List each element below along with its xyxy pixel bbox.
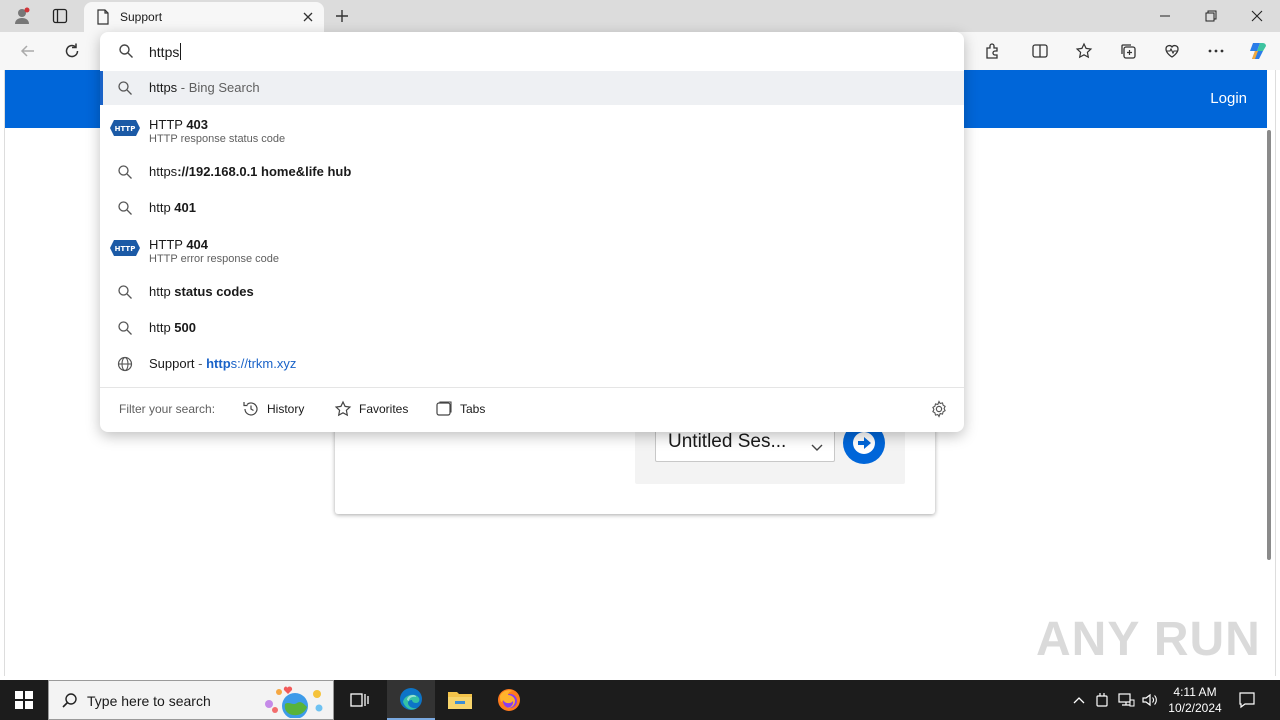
system-tray <box>1068 680 1162 720</box>
star-icon <box>334 400 352 417</box>
search-icon <box>117 164 133 180</box>
filter-tabs-button[interactable]: Tabs <box>435 398 485 420</box>
search-icon <box>117 284 133 300</box>
collections-icon[interactable] <box>1114 37 1142 65</box>
page-icon <box>96 9 110 30</box>
search-icon <box>117 200 133 216</box>
notification-icon[interactable] <box>1232 688 1262 712</box>
search-icon <box>117 320 133 336</box>
session-select-value: Untitled Ses... <box>668 431 787 452</box>
new-tab-button[interactable] <box>330 4 354 28</box>
arrow-right-icon <box>853 432 875 454</box>
start-button[interactable] <box>0 680 48 720</box>
file-explorer-icon[interactable] <box>436 680 484 720</box>
minimize-button[interactable] <box>1142 0 1188 32</box>
device-icon[interactable] <box>1090 692 1114 708</box>
copilot-icon[interactable] <box>1244 37 1272 65</box>
firefox-icon[interactable] <box>485 680 533 720</box>
suggestion-http-404[interactable]: HTTP HTTP 404 HTTP error response code <box>100 231 964 277</box>
refresh-button[interactable] <box>58 37 86 65</box>
svg-text:HTTP: HTTP <box>115 125 136 133</box>
task-view-icon[interactable] <box>336 680 384 720</box>
search-icon <box>118 43 134 64</box>
globe-icon <box>117 356 133 372</box>
close-tab-icon[interactable] <box>300 9 316 25</box>
watermark: ANY RUN <box>1036 613 1261 666</box>
taskbar: Type here to search 4:11 AM 10/2/2024 <box>0 680 1280 720</box>
more-icon[interactable] <box>1202 37 1230 65</box>
taskbar-search[interactable]: Type here to search <box>48 680 334 720</box>
volume-icon[interactable] <box>1138 692 1162 708</box>
tab-support[interactable]: Support <box>84 2 324 32</box>
profile-icon[interactable] <box>8 4 36 28</box>
browser-essentials-icon[interactable] <box>1158 37 1186 65</box>
suggestion-http-500[interactable]: http 500 <box>100 311 964 345</box>
taskbar-search-placeholder: Type here to search <box>87 693 211 709</box>
http-badge-icon: HTTP <box>109 119 141 142</box>
back-button[interactable] <box>14 37 42 65</box>
history-icon <box>243 402 258 416</box>
network-icon[interactable] <box>1114 692 1138 708</box>
tab-actions-icon[interactable] <box>46 4 74 28</box>
clock-date: 10/2/2024 <box>1168 701 1222 715</box>
address-input[interactable]: https <box>149 43 182 60</box>
tabs-icon <box>436 401 452 416</box>
gear-icon[interactable] <box>930 400 950 420</box>
suggestion-http-403[interactable]: HTTP HTTP 403 HTTP response status code <box>100 111 964 157</box>
svg-text:HTTP: HTTP <box>115 245 136 253</box>
filter-favorites-button[interactable]: Favorites <box>334 398 408 420</box>
search-filter-bar: Filter your search: History Favorites Ta… <box>100 387 964 432</box>
extensions-icon[interactable] <box>978 37 1006 65</box>
search-icon <box>117 80 133 96</box>
chevron-up-icon[interactable] <box>1068 696 1090 704</box>
suggestion-192-168[interactable]: https://192.168.0.1 home&life hub <box>100 155 964 189</box>
filter-history-button[interactable]: History <box>242 398 304 420</box>
search-icon <box>61 692 79 715</box>
chevron-down-icon <box>810 437 824 459</box>
page-scrollbar[interactable] <box>1267 130 1271 560</box>
restore-button[interactable] <box>1188 0 1234 32</box>
filter-label: Filter your search: <box>119 402 216 416</box>
tab-title: Support <box>120 10 163 24</box>
split-screen-icon[interactable] <box>1026 37 1054 65</box>
address-bar[interactable]: https <box>100 32 964 70</box>
windows-icon <box>15 691 33 709</box>
suggestion-bing-search[interactable]: https - Bing Search <box>100 71 964 105</box>
edge-taskbar-icon[interactable] <box>387 680 435 720</box>
clock-time: 4:11 AM <box>1173 685 1217 699</box>
title-bar: Support <box>0 0 1280 32</box>
suggestion-support-site[interactable]: Support - https://trkm.xyz <box>100 347 964 381</box>
login-link[interactable]: Login <box>1210 90 1247 107</box>
http-badge-icon: HTTP <box>109 239 141 262</box>
address-bar-dropdown: https https - Bing Search HTTP HTTP 403 … <box>100 32 964 432</box>
system-clock[interactable]: 4:11 AM 10/2/2024 <box>1160 684 1230 716</box>
search-highlight-icon <box>259 684 329 720</box>
suggestion-http-status-codes[interactable]: http status codes <box>100 275 964 309</box>
favorites-icon[interactable] <box>1070 37 1098 65</box>
close-window-button[interactable] <box>1234 0 1280 32</box>
suggestion-http-401[interactable]: http 401 <box>100 191 964 225</box>
